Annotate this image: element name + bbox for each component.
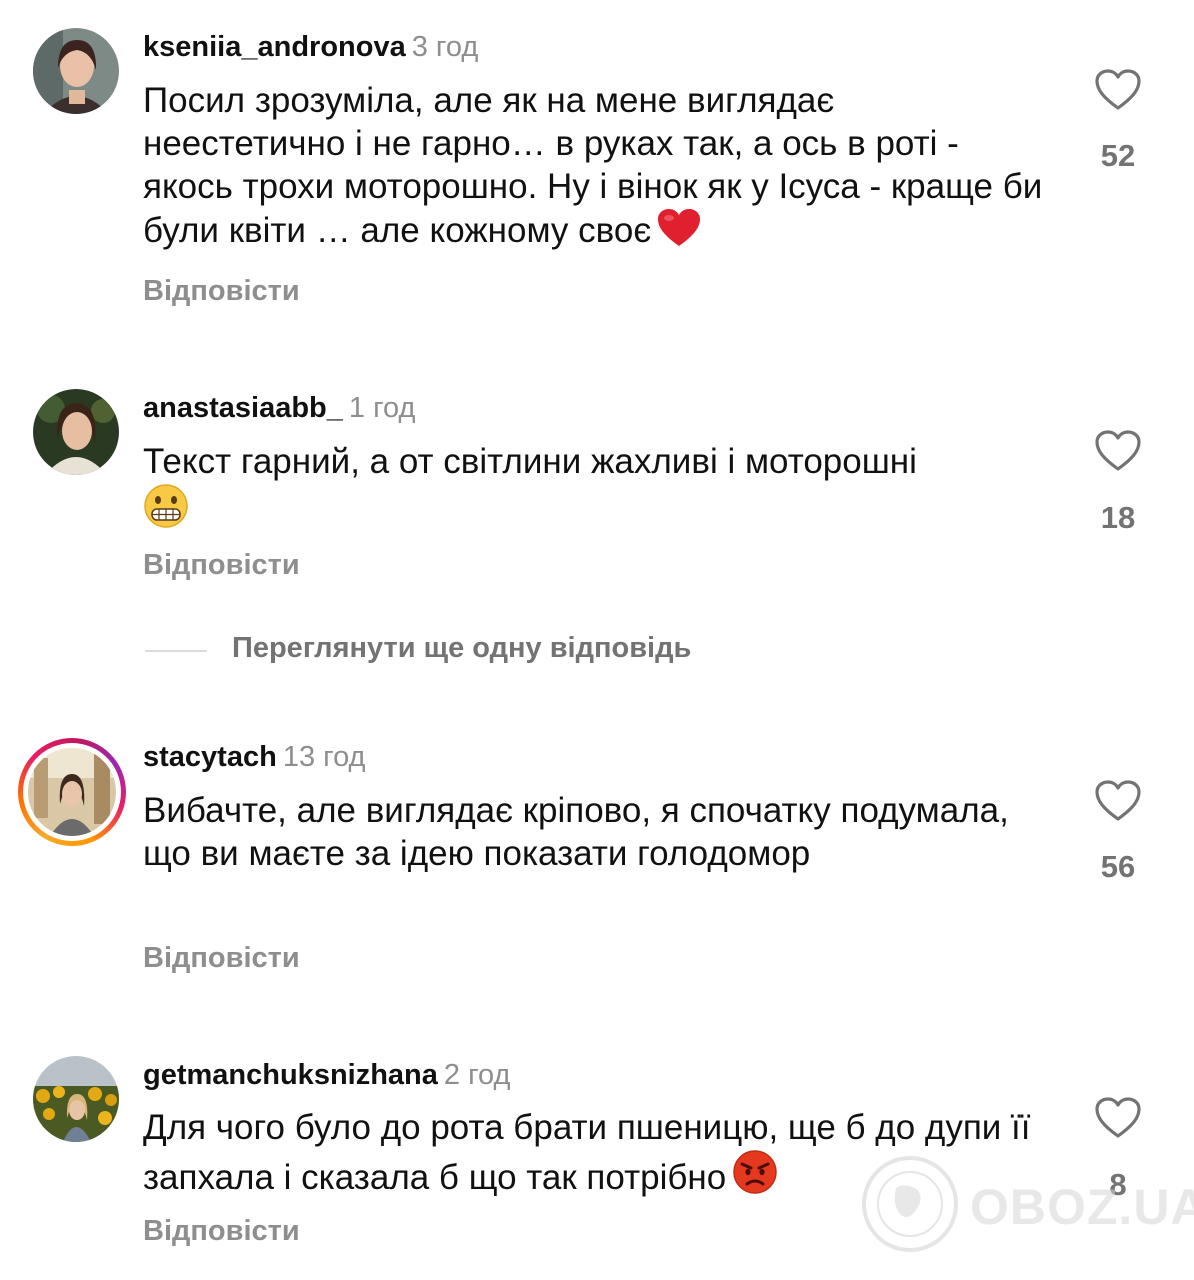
comment-text: Вибачте, але виглядає кріпово, я спочатк… [143,789,1043,875]
watermark: OBOZ.UA [858,1152,1194,1262]
comment-header: getmanchuksnizhana 2 год [143,1058,510,1092]
reply-button[interactable]: Відповісти [143,275,300,308]
username[interactable]: getmanchuksnizhana [143,1059,438,1091]
avatar[interactable] [33,1056,119,1142]
like-button[interactable] [1095,430,1141,472]
timestamp: 3 год [411,31,479,63]
timestamp: 2 год [443,1059,511,1091]
watermark-text: OBOZ.UA [970,1179,1194,1235]
view-more-replies-label: Переглянути ще одну відповідь [232,632,692,664]
like-count: 56 [1100,849,1136,884]
comment-text-body: Вибачте, але виглядає кріпово, я спочатк… [143,791,1009,873]
reply-button[interactable]: Відповісти [143,1215,300,1248]
comment-header: anastasiaabb_ 1 год [143,391,415,425]
heart-outline-icon [1095,430,1141,471]
timestamp: 1 год [348,392,416,424]
reply-button[interactable]: Відповісти [143,942,300,975]
angry-face-emoji-icon [732,1149,778,1205]
heart-outline-icon [1095,1097,1141,1138]
avatar[interactable] [28,748,116,836]
comment-header: kseniia_andronova 3 год [143,30,478,64]
like-button[interactable] [1095,780,1141,822]
heart-outline-icon [1095,69,1141,110]
like-count: 52 [1100,138,1136,173]
replies-divider-line [145,650,207,652]
username[interactable]: kseniia_andronova [143,31,406,63]
heart-outline-icon [1095,780,1141,821]
comment-text: Посил зрозуміла, але як на мене виглядає… [143,79,1043,258]
comment-header: stacytach 13 год [143,740,365,774]
like-button[interactable] [1095,69,1141,111]
like-count: 18 [1100,500,1136,535]
comment-text-body: Текст гарний, а от світлини жахливі і мо… [143,442,917,481]
comment-text-body: Посил зрозуміла, але як на мене виглядає… [143,81,1043,250]
reply-button[interactable]: Відповісти [143,549,300,582]
red-heart-emoji-icon [657,208,701,258]
grimacing-face-emoji-icon [143,483,189,539]
avatar[interactable] [33,28,119,114]
username[interactable]: stacytach [143,741,277,773]
story-ring[interactable] [18,738,126,846]
avatar[interactable] [33,389,119,475]
timestamp: 13 год [282,741,366,773]
comment-text: Текст гарний, а от світлини жахливі і мо… [143,440,1043,539]
like-button[interactable] [1095,1097,1141,1139]
username[interactable]: anastasiaabb_ [143,392,343,424]
globe-watermark-icon [862,1156,958,1252]
